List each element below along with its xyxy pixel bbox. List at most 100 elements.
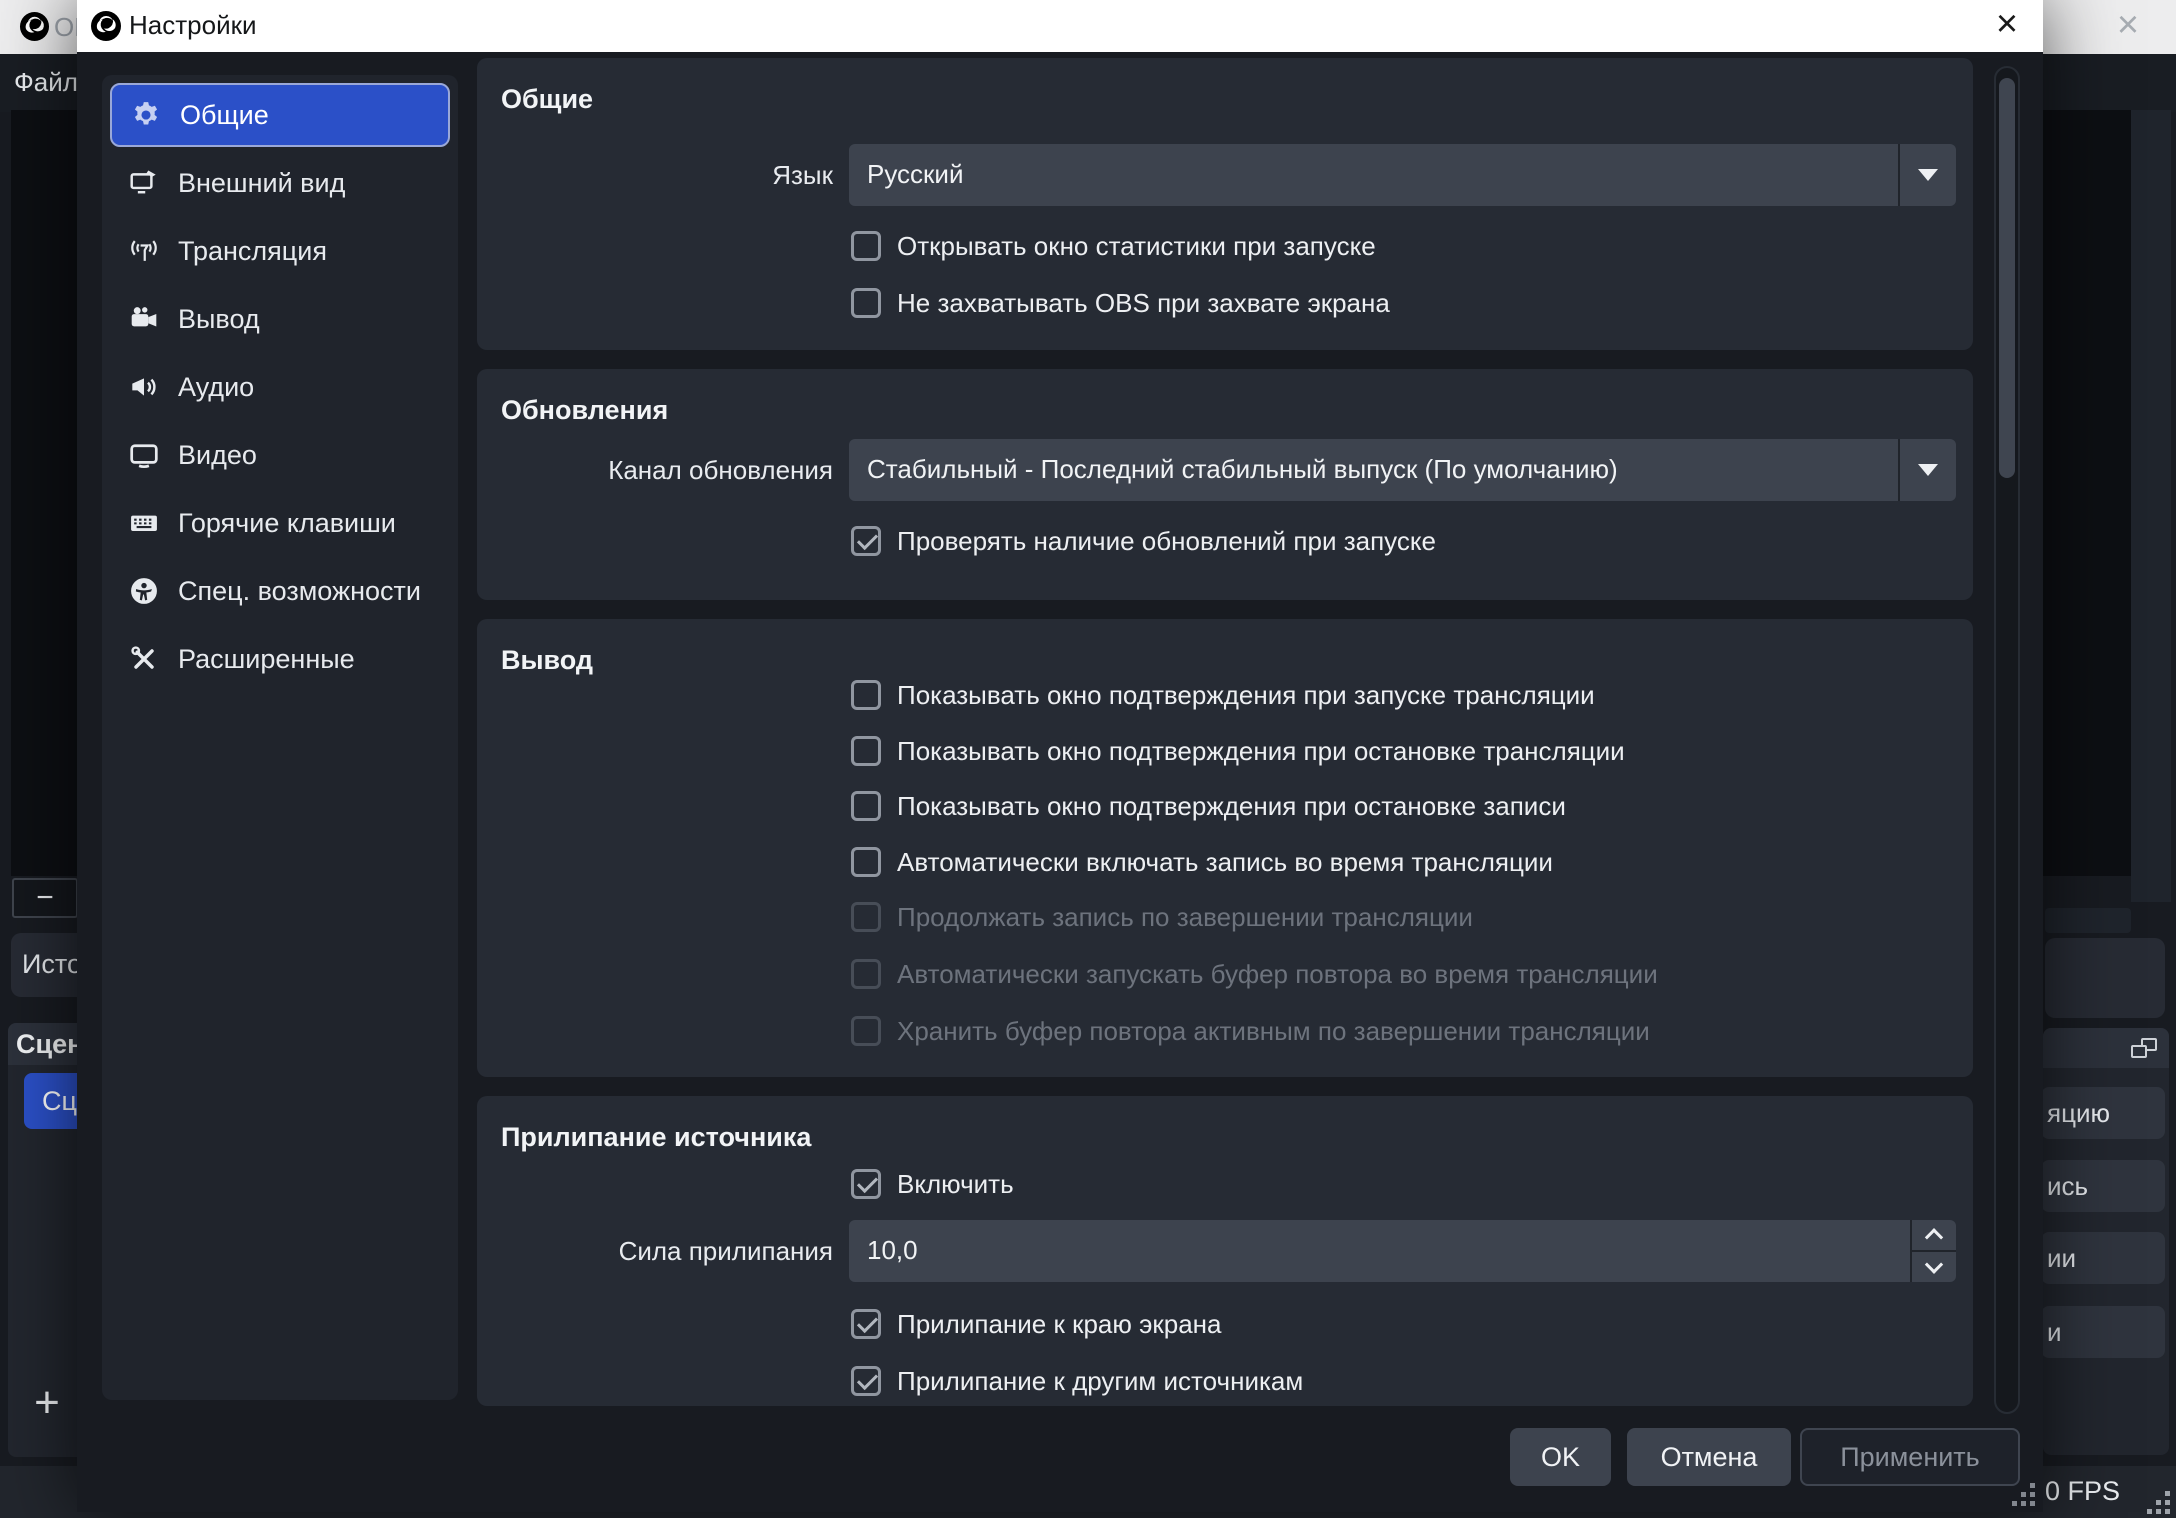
studio-mode-button[interactable]: ии	[2041, 1232, 2165, 1284]
appearance-icon	[126, 165, 162, 201]
window-resize-grip[interactable]	[2146, 1490, 2170, 1514]
nav-label: Трансляция	[178, 236, 327, 267]
output-icon	[126, 301, 162, 337]
start-streaming-button[interactable]: яцию	[2041, 1087, 2165, 1139]
popout-dock-icon[interactable]	[2131, 1038, 2157, 1058]
checkbox-open-stats[interactable]: Открывать окно статистики при запуске	[851, 229, 1376, 263]
update-channel-value: Стабильный - Последний стабильный выпуск…	[867, 439, 1618, 499]
hotkeys-icon	[126, 505, 162, 541]
settings-dialog: Настройки × Общие Внешний вид Тр	[77, 0, 2043, 1512]
checkbox-snap-other-sources[interactable]: Прилипание к другим источникам	[851, 1364, 1303, 1398]
checkbox-replay-when-streaming: Автоматически запускать буфер повтора во…	[851, 957, 1658, 991]
preview-bottom-bar	[2045, 908, 2131, 933]
spinner-up-button[interactable]	[1912, 1220, 1956, 1252]
nav-item-accessibility[interactable]: Спец. возможности	[110, 559, 450, 623]
snap-strength-value: 10,0	[867, 1220, 918, 1280]
nav-label: Аудио	[178, 372, 254, 403]
obs-logo-icon	[90, 10, 122, 47]
language-select[interactable]: Русский	[849, 144, 1956, 206]
nav-item-video[interactable]: Видео	[110, 423, 450, 487]
checkbox-hide-obs-capture[interactable]: Не захватывать OBS при захвате экрана	[851, 286, 1390, 320]
cancel-button[interactable]: Отмена	[1627, 1428, 1791, 1486]
scrollbar-thumb[interactable]	[1999, 78, 2015, 478]
checkbox-box	[851, 902, 881, 932]
mixer-dock-fragment	[2045, 938, 2165, 1018]
nav-item-audio[interactable]: Аудио	[110, 355, 450, 419]
nav-item-appearance[interactable]: Внешний вид	[110, 151, 450, 215]
section-updates: Обновления Канал обновления Стабильный -…	[477, 369, 1973, 600]
dialog-title: Настройки	[129, 0, 257, 50]
checkbox-record-when-streaming[interactable]: Автоматически включать запись во время т…	[851, 845, 1553, 879]
checkbox-box	[851, 680, 881, 710]
section-general: Общие Язык Русский Открывать окно статис…	[477, 58, 1973, 350]
controls-dock-header	[2043, 1028, 2169, 1068]
settings-scrollbar[interactable]	[1994, 66, 2020, 1414]
checkbox-keep-recording: Продолжать запись по завершении трансляц…	[851, 900, 1473, 934]
checkbox-box	[851, 736, 881, 766]
spinner-down-button[interactable]	[1912, 1252, 1956, 1282]
screen: OB × Файл − Исто Сцен Сцен + яцию ись ии…	[0, 0, 2176, 1518]
nav-item-stream[interactable]: Трансляция	[110, 219, 450, 283]
settings-button[interactable]: и	[2041, 1306, 2165, 1358]
ok-button[interactable]: OK	[1510, 1428, 1611, 1486]
dialog-resize-grip[interactable]	[2011, 1482, 2035, 1506]
update-channel-label: Канал обновления	[477, 439, 833, 501]
chevron-down-icon	[1898, 144, 1956, 206]
nav-label: Общие	[180, 100, 269, 131]
checkbox-keep-replay: Хранить буфер повтора активным по заверш…	[851, 1014, 1650, 1048]
add-scene-button[interactable]: +	[24, 1375, 70, 1431]
broadcast-icon	[126, 233, 162, 269]
checkbox-confirm-stop-stream[interactable]: Показывать окно подтверждения при остано…	[851, 734, 1625, 768]
settings-nav: Общие Внешний вид Трансляция Вывод	[102, 75, 458, 1400]
checkbox-box	[851, 231, 881, 261]
section-snapping-header: Прилипание источника	[501, 1122, 811, 1153]
gear-icon	[128, 97, 164, 133]
update-channel-select[interactable]: Стабильный - Последний стабильный выпуск…	[849, 439, 1956, 501]
apply-button[interactable]: Применить	[1800, 1428, 2020, 1486]
section-output-header: Вывод	[501, 645, 593, 676]
dialog-close-button[interactable]: ×	[1983, 0, 2031, 48]
section-general-header: Общие	[501, 84, 593, 115]
nav-label: Горячие клавиши	[178, 508, 396, 539]
checkbox-snap-screen-edge[interactable]: Прилипание к краю экрана	[851, 1307, 1221, 1341]
checkbox-box	[851, 1169, 881, 1199]
section-snapping: Прилипание источника Включить Сила прили…	[477, 1096, 1973, 1406]
checkbox-box	[851, 1366, 881, 1396]
main-window-close-button[interactable]: ×	[2104, 0, 2152, 50]
sources-dock-title: Исто	[22, 933, 82, 995]
audio-icon	[126, 369, 162, 405]
checkbox-snapping-enable[interactable]: Включить	[851, 1167, 1014, 1201]
advanced-icon	[126, 641, 162, 677]
video-icon	[126, 437, 162, 473]
nav-label: Видео	[178, 440, 257, 471]
nav-label: Спец. возможности	[178, 576, 421, 607]
scenes-dock-title: Сцен	[16, 1023, 83, 1065]
checkbox-confirm-stop-recording[interactable]: Показывать окно подтверждения при остано…	[851, 789, 1566, 823]
nav-item-output[interactable]: Вывод	[110, 287, 450, 351]
language-label: Язык	[477, 144, 833, 206]
nav-item-advanced[interactable]: Расширенные	[110, 627, 450, 691]
checkbox-box	[851, 959, 881, 989]
nav-label: Вывод	[178, 304, 260, 335]
checkbox-box	[851, 1309, 881, 1339]
start-recording-button[interactable]: ись	[2041, 1160, 2165, 1212]
checkbox-box	[851, 847, 881, 877]
nav-item-hotkeys[interactable]: Горячие клавиши	[110, 491, 450, 555]
chevron-down-icon	[1898, 439, 1956, 501]
checkbox-box	[851, 526, 881, 556]
nav-label: Расширенные	[178, 644, 355, 675]
nav-item-general[interactable]: Общие	[110, 83, 450, 147]
snap-strength-spinner[interactable]: 10,0	[849, 1220, 1956, 1282]
volume-minus-control[interactable]: −	[12, 878, 78, 918]
minus-glyph: −	[36, 881, 54, 915]
accessibility-icon	[126, 573, 162, 609]
nav-label: Внешний вид	[178, 168, 345, 199]
section-updates-header: Обновления	[501, 395, 668, 426]
checkbox-check-updates[interactable]: Проверять наличие обновлений при запуске	[851, 524, 1436, 558]
dialog-titlebar[interactable]: Настройки ×	[77, 0, 2043, 52]
section-output: Вывод Показывать окно подтверждения при …	[477, 619, 1973, 1077]
obs-logo-icon	[19, 11, 50, 47]
checkbox-confirm-start-stream[interactable]: Показывать окно подтверждения при запуск…	[851, 678, 1595, 712]
menu-item-file[interactable]: Файл	[14, 54, 78, 110]
checkbox-box	[851, 791, 881, 821]
